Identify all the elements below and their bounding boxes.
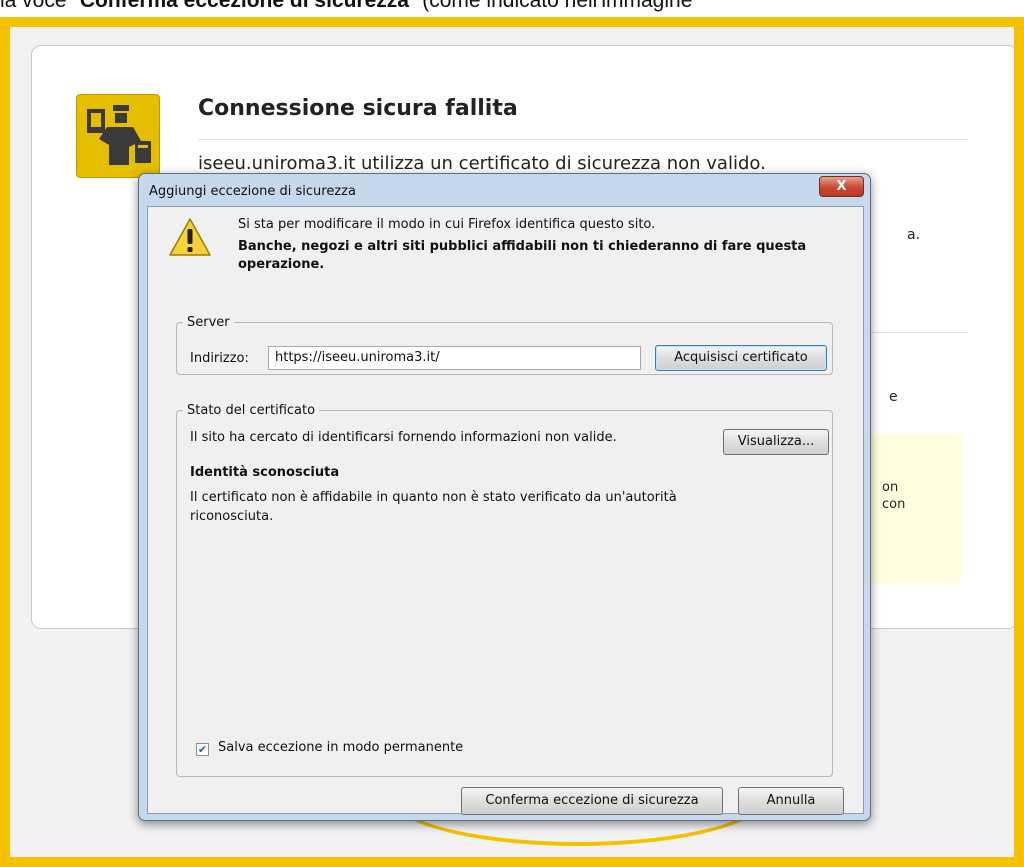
confirm-exception-button[interactable]: Conferma eccezione di sicurezza — [461, 787, 723, 815]
certificate-status-group: Stato del certificato — [176, 403, 833, 777]
checkmark-icon: ✔ — [197, 743, 208, 756]
warning-message: Si sta per modificare il modo in cui Fir… — [238, 217, 656, 232]
dialog-title: Aggiungi eccezione di sicurezza — [149, 184, 356, 199]
status-message: Il sito ha cercato di identificarsi forn… — [190, 430, 617, 445]
error-title: Connessione sicura fallita — [198, 96, 518, 121]
instruction-caption: la voce "Conferma eccezione di sicurezza… — [0, 0, 693, 12]
certificate-status-legend: Stato del certificato — [187, 403, 316, 418]
identity-description: Il certificato non è affidabile in quant… — [190, 490, 677, 524]
permanent-exception-label[interactable]: Salva eccezione in modo permanente — [218, 740, 463, 755]
address-input[interactable]: https://iseeu.uniroma3.it/ — [268, 346, 641, 370]
permanent-exception-checkbox[interactable]: ✔ — [196, 743, 209, 756]
server-legend: Server — [187, 315, 230, 330]
close-button[interactable]: X — [819, 176, 864, 197]
add-exception-dialog: Aggiungi eccezione di sicurezza X Si sta… — [138, 173, 871, 821]
dialog-body: Si sta per modificare il modo in cui Fir… — [147, 206, 864, 815]
obscured-text-fragment: con — [882, 497, 906, 512]
officer-icon — [76, 94, 160, 178]
error-description: iseeu.uniroma3.it utilizza un certificat… — [198, 153, 766, 174]
warning-box — [862, 434, 962, 584]
cancel-button[interactable]: Annulla — [738, 787, 844, 815]
warning-emphasis: Banche, negozi e altri siti pubblici aff… — [238, 239, 807, 272]
title-divider — [198, 139, 968, 140]
obscured-text-fragment: on — [882, 480, 899, 495]
obscured-text-fragment: a. — [907, 227, 921, 243]
view-certificate-button[interactable]: Visualizza... — [723, 429, 829, 455]
obscured-text-fragment: e — [889, 389, 898, 405]
address-label: Indirizzo: — [190, 351, 249, 366]
identity-heading: Identità sconosciuta — [190, 465, 340, 480]
get-certificate-button[interactable]: Acquisisci certificato — [655, 345, 827, 371]
warning-icon — [168, 217, 212, 257]
